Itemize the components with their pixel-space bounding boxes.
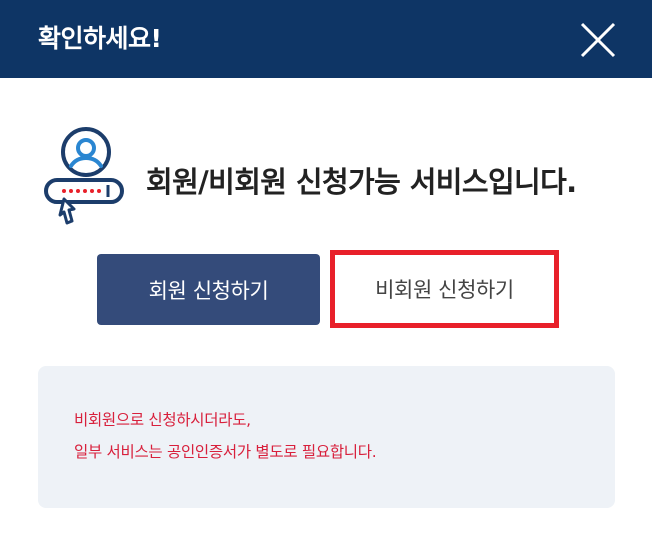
close-button[interactable] [578,20,618,60]
guest-apply-button[interactable]: 비회원 신청하기 [330,250,559,328]
service-headline: 회원/비회원 신청가능 서비스입니다. [146,165,577,199]
notice-box: 비회원으로 신청하시더라도, 일부 서비스는 공인인증서가 별도로 필요합니다. [38,366,615,508]
dialog-header: 확인하세요! [0,0,652,78]
notice-line-2: 일부 서비스는 공인인증서가 별도로 필요합니다. [74,443,377,461]
member-login-icon [42,125,128,229]
notice-line-1: 비회원으로 신청하시더라도, [74,411,251,429]
member-apply-button[interactable]: 회원 신청하기 [97,254,320,325]
close-icon [580,22,616,58]
dialog-title: 확인하세요! [38,24,162,53]
